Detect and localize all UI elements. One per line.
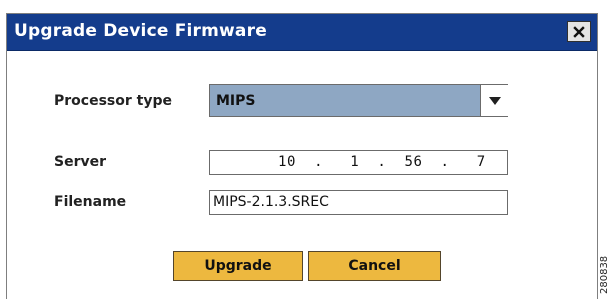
close-button[interactable] bbox=[567, 21, 591, 42]
screenshot-canvas: Upgrade Device Firmware Processor type M… bbox=[0, 0, 613, 299]
ip-octet-3: 56 bbox=[404, 154, 423, 170]
upgrade-button[interactable]: Upgrade bbox=[173, 251, 303, 281]
chevron-down-icon bbox=[488, 96, 501, 105]
filename-label: Filename bbox=[54, 194, 127, 210]
server-ip-input[interactable]: 10 . 1 . 56 . 7 bbox=[209, 150, 508, 175]
filename-input[interactable]: MIPS-2.1.3.SREC bbox=[209, 190, 508, 215]
upgrade-firmware-dialog: Upgrade Device Firmware Processor type M… bbox=[6, 13, 598, 299]
server-ip-segments: 10 . 1 . 56 . 7 bbox=[278, 154, 486, 170]
figure-number-text: 280838 bbox=[599, 255, 610, 294]
close-x-icon bbox=[573, 25, 585, 38]
ip-octet-2: 1 bbox=[350, 154, 360, 170]
figure-number: 280838 bbox=[599, 244, 613, 296]
processor-type-label: Processor type bbox=[54, 93, 172, 109]
server-label: Server bbox=[54, 154, 107, 170]
ip-octet-1: 10 bbox=[278, 154, 297, 170]
ip-octet-4: 7 bbox=[476, 154, 486, 170]
cancel-button[interactable]: Cancel bbox=[308, 251, 441, 281]
processor-type-select[interactable]: MIPS bbox=[209, 84, 508, 117]
processor-type-value: MIPS bbox=[216, 93, 256, 109]
dropdown-button[interactable] bbox=[480, 85, 508, 116]
dialog-title: Upgrade Device Firmware bbox=[14, 21, 267, 41]
dialog-titlebar: Upgrade Device Firmware bbox=[7, 14, 597, 51]
